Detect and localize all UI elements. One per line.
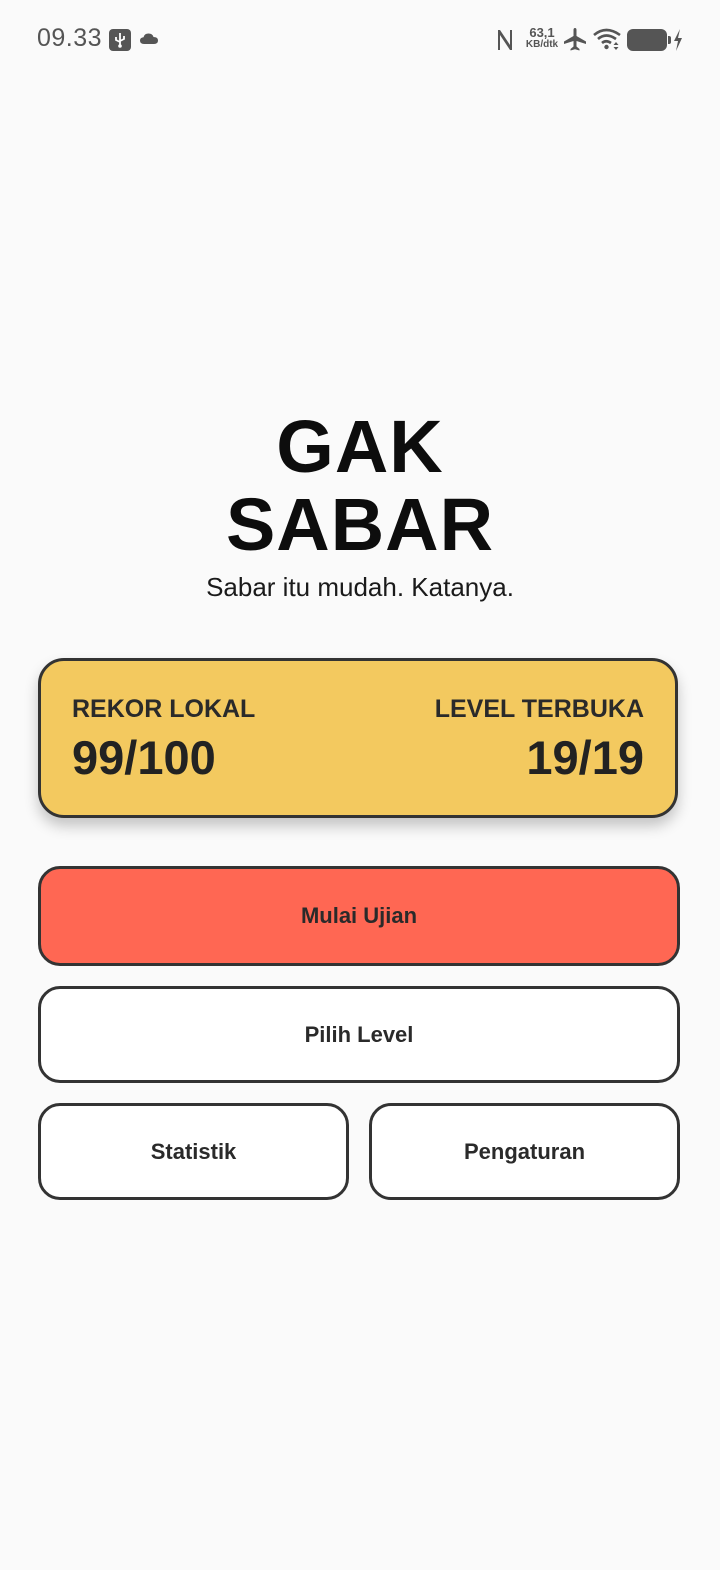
app-title-line2: SABAR xyxy=(225,483,495,566)
status-bar: 09.33 63,1 KB/dtk xyxy=(0,0,720,80)
settings-button[interactable]: Pengaturan xyxy=(369,1103,680,1200)
record-card: REKOR LOKAL 99/100 LEVEL TERBUKA 19/19 xyxy=(38,658,678,818)
cloud-icon xyxy=(138,28,160,55)
local-record-label: REKOR LOKAL xyxy=(72,695,256,723)
local-record: REKOR LOKAL 99/100 xyxy=(72,695,255,785)
airplane-mode-icon xyxy=(562,26,588,57)
settings-label: Pengaturan xyxy=(463,1138,586,1164)
battery-icon xyxy=(627,29,671,51)
charging-icon xyxy=(672,28,684,57)
usb-icon xyxy=(109,29,131,51)
start-exam-button[interactable]: Mulai Ujian xyxy=(38,866,680,966)
local-record-value: 99/100 xyxy=(72,731,216,784)
statistics-button[interactable]: Statistik xyxy=(38,1103,349,1200)
unlocked-level-label: LEVEL TERBUKA xyxy=(434,695,644,723)
nfc-icon xyxy=(494,27,516,58)
network-speed-value: 63,1 xyxy=(529,25,555,40)
app-title: GAK SABAR xyxy=(0,408,720,564)
wifi-icon xyxy=(592,26,622,57)
choose-level-label: Pilih Level xyxy=(304,1021,414,1047)
status-time: 09.33 xyxy=(37,24,103,52)
start-exam-label: Mulai Ujian xyxy=(300,903,418,928)
network-speed-unit: KB/dtk xyxy=(525,39,559,50)
unlocked-level-value: 19/19 xyxy=(526,731,644,784)
network-speed: 63,1 KB/dtk xyxy=(522,26,562,50)
choose-level-button[interactable]: Pilih Level xyxy=(38,986,680,1083)
app-subtitle: Sabar itu mudah. Katanya. xyxy=(206,572,514,602)
app-title-line1: GAK xyxy=(276,405,444,488)
unlocked-level: LEVEL TERBUKA 19/19 xyxy=(435,695,644,785)
statistics-label: Statistik xyxy=(150,1138,237,1164)
